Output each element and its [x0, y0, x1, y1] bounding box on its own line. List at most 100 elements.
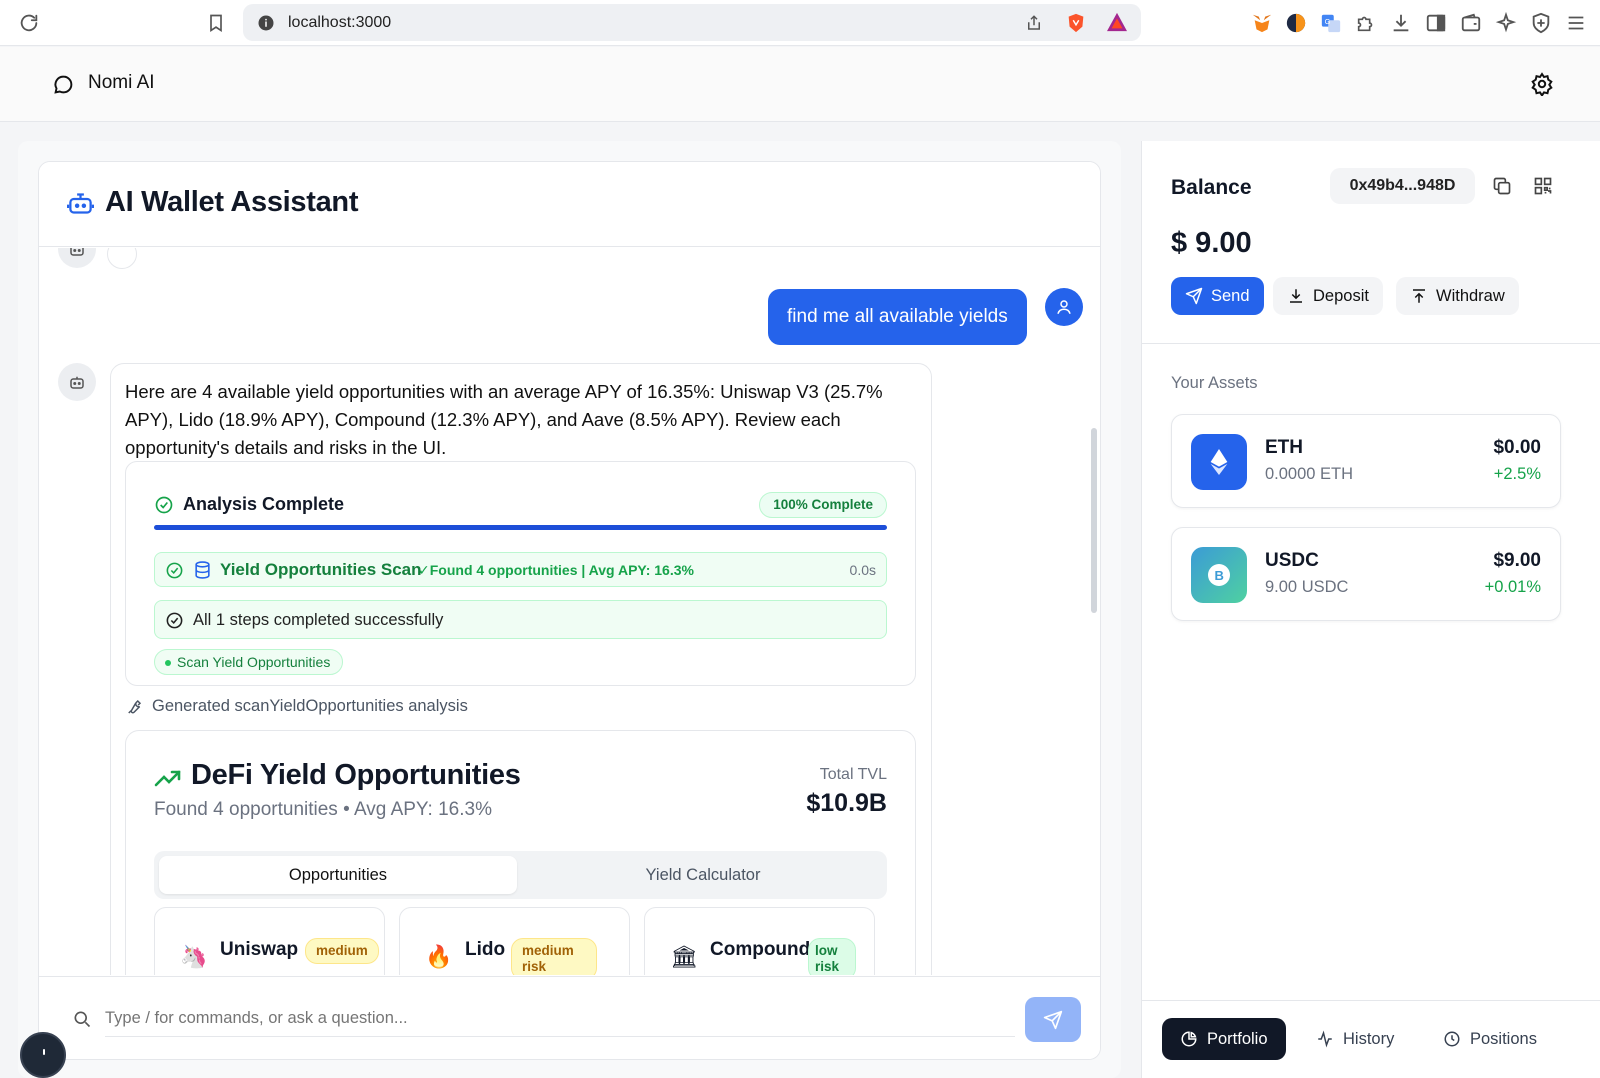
defi-title: DeFi Yield Opportunities [191, 759, 521, 791]
send-icon [1043, 1010, 1063, 1029]
chat-scrollbar[interactable] [1091, 428, 1097, 613]
clock-icon [1444, 1031, 1460, 1047]
floating-dev-button[interactable] [20, 1032, 66, 1078]
opportunity-name: Uniswap [220, 939, 299, 960]
balance-label: Balance [1171, 176, 1252, 199]
nav-positions-label: Positions [1470, 1029, 1537, 1048]
share-icon[interactable] [1025, 13, 1043, 33]
pie-chart-icon [1181, 1031, 1197, 1047]
wallet-icon[interactable] [1460, 12, 1482, 34]
brave-shield-icon[interactable] [1065, 11, 1087, 35]
opportunity-name: Lido [465, 939, 506, 960]
balance-amount: $ 9.00 [1171, 227, 1252, 259]
user-avatar [1045, 288, 1083, 326]
tvl-value: $10.9B [806, 789, 887, 817]
tab-yield-calculator[interactable]: Yield Calculator [524, 856, 882, 894]
asset-row-usdc[interactable]: B USDC 9.00 USDC $9.00 +0.01% [1171, 527, 1561, 621]
chat-bubble-icon [53, 74, 74, 95]
send-icon [1185, 287, 1203, 305]
search-icon [72, 1009, 92, 1029]
tool-tag: Scan Yield Opportunities [154, 649, 344, 675]
asset-value: $9.00 [1493, 550, 1541, 571]
message-input[interactable] [105, 1001, 1015, 1037]
fire-icon: 🔥 [425, 944, 453, 969]
withdraw-label: Withdraw [1436, 286, 1505, 305]
defi-subtitle: Found 4 opportunities • Avg APY: 16.3% [154, 799, 492, 820]
copy-icon[interactable] [1492, 176, 1512, 196]
browser-toolbar: localhost:3000 G [0, 0, 1600, 46]
divider [1142, 1000, 1600, 1001]
vpn-shield-icon[interactable] [1530, 12, 1552, 34]
upload-icon [1413, 289, 1425, 303]
bookmark-icon[interactable] [206, 12, 226, 34]
withdraw-button[interactable]: Withdraw [1396, 277, 1519, 315]
puzzle-extensions-icon[interactable] [1355, 12, 1377, 34]
assistant-message-text: Here are 4 available yield opportunities… [125, 381, 883, 458]
risk-badge: low risk [808, 938, 856, 975]
user-message: find me all available yields [768, 289, 1027, 345]
opportunity-card-lido[interactable]: 🔥 Lido medium risk [399, 907, 630, 975]
tvl-label: Total TVL [819, 766, 887, 783]
asset-value: $0.00 [1493, 437, 1541, 458]
usdc-icon: B [1191, 547, 1247, 603]
assistant-avatar [58, 248, 96, 268]
rewards-triangle-icon[interactable] [1106, 12, 1128, 32]
deposit-label: Deposit [1313, 286, 1369, 305]
translate-icon[interactable]: G [1320, 12, 1342, 34]
asset-change: +2.5% [1493, 465, 1541, 483]
url-text[interactable]: localhost:3000 [288, 14, 391, 32]
nav-portfolio-label: Portfolio [1207, 1029, 1268, 1048]
sidebar-icon[interactable] [1425, 12, 1447, 34]
asset-symbol: USDC [1265, 550, 1319, 571]
qr-code-icon[interactable] [1533, 176, 1553, 196]
opportunity-card-uniswap[interactable]: 🦄 Uniswap medium [154, 907, 385, 975]
gear-icon[interactable] [1530, 72, 1554, 96]
chat-title: AI Wallet Assistant [105, 186, 359, 218]
nav-history[interactable]: History [1298, 1018, 1412, 1060]
site-info-icon[interactable] [257, 14, 275, 32]
opportunity-card-compound[interactable]: 🏛 Compound low risk [644, 907, 875, 975]
address-bar[interactable]: localhost:3000 [243, 4, 1141, 41]
asset-symbol: ETH [1265, 437, 1303, 458]
bank-icon: 🏛 [670, 944, 698, 969]
nav-history-label: History [1343, 1029, 1395, 1048]
step-row[interactable]: Yield Opportunities Scan ✓Found 4 opport… [154, 552, 887, 587]
nav-positions[interactable]: Positions [1425, 1018, 1555, 1060]
defi-yield-card: DeFi Yield Opportunities Found 4 opportu… [125, 730, 916, 975]
check-circle-icon [165, 561, 184, 580]
app-title: Nomi AI [88, 72, 155, 93]
robot-icon [67, 190, 94, 217]
phantom-icon[interactable] [1285, 12, 1307, 34]
unicorn-icon: 🦄 [180, 944, 208, 969]
tab-opportunities[interactable]: Opportunities [159, 856, 517, 894]
check-circle-icon [154, 495, 174, 515]
menu-icon[interactable] [1565, 12, 1587, 34]
asset-row-eth[interactable]: ETH 0.0000 ETH $0.00 +2.5% [1171, 414, 1561, 508]
analysis-card: Analysis Complete 100% Complete Yield Op… [125, 461, 916, 686]
assistant-message: Here are 4 available yield opportunities… [110, 363, 932, 975]
message-composer [39, 976, 1100, 1059]
asset-change: +0.01% [1484, 578, 1541, 596]
svg-text:B: B [1215, 568, 1224, 583]
chat-header: AI Wallet Assistant [39, 162, 1100, 247]
nav-portfolio[interactable]: Portfolio [1162, 1018, 1286, 1060]
send-button[interactable]: Send [1171, 277, 1264, 315]
assistant-avatar [58, 363, 96, 401]
step-result: ✓Found 4 opportunities | Avg APY: 16.3% [418, 562, 694, 578]
svg-text:G: G [1325, 17, 1331, 26]
assets-label: Your Assets [1171, 374, 1258, 392]
leo-ai-icon[interactable] [1495, 12, 1517, 34]
download-icon[interactable] [1390, 12, 1412, 34]
send-message-button[interactable] [1025, 997, 1081, 1042]
trending-up-icon [154, 767, 182, 789]
wallet-address[interactable]: 0x49b4...948D [1330, 168, 1475, 204]
opportunity-name: Compound [710, 939, 811, 960]
asset-quantity: 9.00 USDC [1265, 578, 1349, 596]
reload-icon[interactable] [18, 12, 40, 34]
step-name: Yield Opportunities Scan [220, 560, 422, 579]
database-icon [193, 560, 212, 580]
message-list[interactable]: find me all available yields Here are 4 … [39, 248, 1100, 975]
deposit-button[interactable]: Deposit [1273, 277, 1383, 315]
metamask-icon[interactable] [1251, 12, 1273, 34]
risk-badge: medium [305, 938, 379, 964]
